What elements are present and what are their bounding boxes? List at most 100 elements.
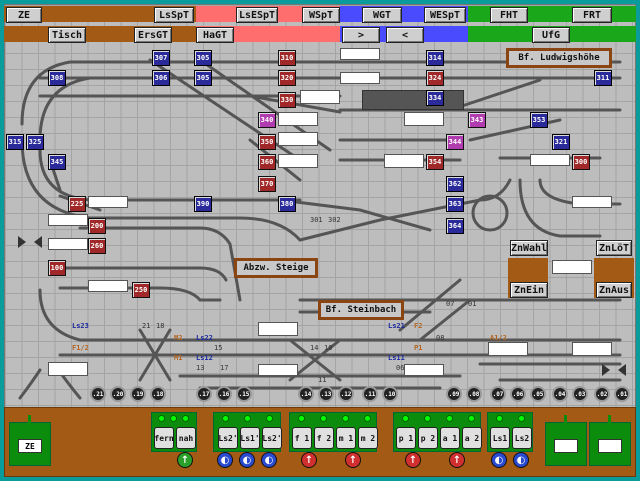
signal-button[interactable]: 308 [48, 70, 66, 86]
section-indicator[interactable]: .08 [466, 386, 482, 402]
signal-button[interactable]: 314 [426, 50, 444, 66]
ls2b-button[interactable]: Ls2' [262, 427, 282, 449]
signal-button[interactable]: 353 [530, 112, 548, 128]
signal-button[interactable]: 344 [446, 134, 464, 150]
section-indicator[interactable]: .11 [362, 386, 378, 402]
track-box [404, 364, 444, 376]
section-indicator[interactable]: .03 [572, 386, 588, 402]
ls2-button[interactable]: Ls2' [218, 427, 238, 449]
signal-button[interactable]: 364 [446, 218, 464, 234]
signal-button[interactable]: 350 [258, 134, 276, 150]
signal-button[interactable]: 354 [426, 154, 444, 170]
signal-icon[interactable]: ◐ [491, 452, 507, 468]
up-arrow-icon[interactable]: ↑ [177, 452, 193, 468]
section-indicator[interactable]: .21 [90, 386, 106, 402]
signal-button[interactable]: 306 [152, 70, 170, 86]
signal-button[interactable]: 330 [278, 92, 296, 108]
a2-button[interactable]: a 2 [462, 427, 482, 449]
p1-button[interactable]: p 1 [396, 427, 416, 449]
signal-button[interactable]: 311 [594, 70, 612, 86]
nah-button[interactable]: nah [176, 427, 196, 449]
signal-button[interactable]: 370 [258, 176, 276, 192]
section-indicator[interactable]: .07 [490, 386, 506, 402]
right-panel-1[interactable] [545, 415, 587, 466]
a1-button[interactable]: a 1 [440, 427, 460, 449]
section-indicator[interactable]: .09 [446, 386, 462, 402]
signal-button[interactable]: 200 [88, 218, 106, 234]
track-label: 302 [328, 216, 341, 224]
signal-button[interactable]: 363 [446, 196, 464, 212]
f1-button[interactable]: f 1 [292, 427, 312, 449]
signal-icon[interactable]: ◐ [513, 452, 529, 468]
signal-button[interactable]: 360 [258, 154, 276, 170]
fern-button[interactable]: fern [154, 427, 174, 449]
right-panel-2[interactable] [589, 415, 631, 466]
signal-icon[interactable]: ◐ [261, 452, 277, 468]
signal-button[interactable]: 305 [194, 50, 212, 66]
signal-button[interactable]: 343 [468, 112, 486, 128]
section-indicator[interactable]: .19 [130, 386, 146, 402]
track-label: P1 [414, 344, 423, 352]
signal-button[interactable]: 340 [258, 112, 276, 128]
track-box [530, 154, 570, 166]
station-abzw-steige: Abzw. Steige [234, 258, 318, 278]
section-indicator[interactable]: .06 [510, 386, 526, 402]
section-indicator[interactable]: .05 [530, 386, 546, 402]
signal-button[interactable]: 310 [278, 50, 296, 66]
m2-button[interactable]: m 2 [358, 427, 378, 449]
signal-button[interactable]: 100 [48, 260, 66, 276]
signal-button[interactable]: 250 [132, 282, 150, 298]
up-arrow-icon[interactable]: ↑ [449, 452, 465, 468]
station-ludwigshoehe: Bf. Ludwigshöhe [506, 48, 612, 68]
section-indicator[interactable]: .01 [614, 386, 630, 402]
ze-panel[interactable]: ZE [9, 415, 51, 466]
signal-button[interactable]: 345 [48, 154, 66, 170]
p2-button[interactable]: p 2 [418, 427, 438, 449]
section-indicator[interactable]: .02 [594, 386, 610, 402]
znein-button[interactable]: ZnEin [510, 282, 548, 298]
section-indicator[interactable]: .18 [150, 386, 166, 402]
group-fern-nah: fern nah [151, 412, 197, 452]
signal-button[interactable]: 320 [278, 70, 296, 86]
up-arrow-icon[interactable]: ↑ [405, 452, 421, 468]
ls1-right-button[interactable]: Ls1 [490, 427, 510, 449]
signal-button[interactable]: 324 [426, 70, 444, 86]
control-bar: ZE fern nah ↑ Ls2' Ls1' Ls2' ◐ ◐ ◐ f 1 f… [4, 407, 636, 477]
up-arrow-icon[interactable]: ↑ [345, 452, 361, 468]
section-indicator[interactable]: .16 [216, 386, 232, 402]
f2-button[interactable]: f 2 [314, 427, 334, 449]
signal-button[interactable]: 225 [68, 196, 86, 212]
section-indicator[interactable]: .20 [110, 386, 126, 402]
section-indicator[interactable]: .14 [298, 386, 314, 402]
signal-button[interactable]: 300 [572, 154, 590, 170]
signal-icon[interactable]: ◐ [217, 452, 233, 468]
signal-button[interactable]: 315 [6, 134, 24, 150]
ls1-button[interactable]: Ls1' [240, 427, 260, 449]
track-label: 11 [318, 376, 327, 384]
section-indicator[interactable]: .13 [318, 386, 334, 402]
section-indicator[interactable]: .15 [236, 386, 252, 402]
signal-button[interactable]: 380 [278, 196, 296, 212]
section-indicator[interactable]: .12 [338, 386, 354, 402]
signal-button[interactable]: 334 [426, 90, 444, 106]
signal-button[interactable]: 307 [152, 50, 170, 66]
track-label: 01 [468, 300, 477, 308]
signal-button[interactable]: 260 [88, 238, 106, 254]
signal-button[interactable]: 325 [26, 134, 44, 150]
signal-button[interactable]: 390 [194, 196, 212, 212]
signal-button[interactable]: 305 [194, 70, 212, 86]
ls2-right-button[interactable]: Ls2 [512, 427, 532, 449]
signal-icon[interactable]: ◐ [239, 452, 255, 468]
signal-button[interactable]: 321 [552, 134, 570, 150]
section-indicator[interactable]: .04 [552, 386, 568, 402]
up-arrow-icon[interactable]: ↑ [301, 452, 317, 468]
group-f-m: f 1 f 2 m 1 m 2 [289, 412, 378, 452]
track-box [384, 154, 424, 168]
section-indicator[interactable]: .17 [196, 386, 212, 402]
m1-button[interactable]: m 1 [336, 427, 356, 449]
znwahl-button[interactable]: ZnWahl [510, 240, 548, 256]
section-indicator[interactable]: .10 [382, 386, 398, 402]
znloet-button[interactable]: ZnLöT [596, 240, 632, 256]
znaus-button[interactable]: ZnAus [596, 282, 632, 298]
signal-button[interactable]: 362 [446, 176, 464, 192]
